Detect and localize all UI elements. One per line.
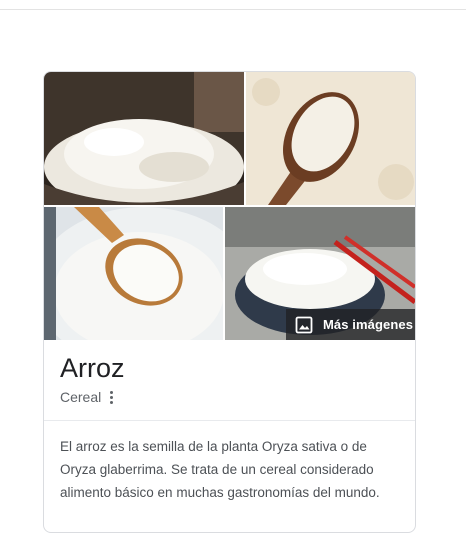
knowledge-panel: Más imágenes Arroz Cereal El arroz es la…: [43, 71, 416, 533]
top-divider: [0, 9, 466, 10]
more-images-label: Más imágenes: [323, 317, 414, 332]
page-title: Arroz: [60, 353, 125, 383]
image-icon: [295, 316, 313, 334]
subtitle-row: Cereal: [60, 389, 116, 405]
subtitle: Cereal: [60, 389, 102, 405]
cooked-rice-spoon-image[interactable]: [44, 207, 223, 340]
more-vert-icon[interactable]: [106, 389, 116, 405]
rice-spoon-image[interactable]: [246, 72, 415, 205]
more-images-button[interactable]: Más imágenes: [286, 309, 415, 340]
description-text: El arroz es la semilla de la planta Oryz…: [60, 439, 380, 500]
rice-bowl-image[interactable]: [44, 72, 244, 205]
card-divider: [44, 420, 415, 421]
